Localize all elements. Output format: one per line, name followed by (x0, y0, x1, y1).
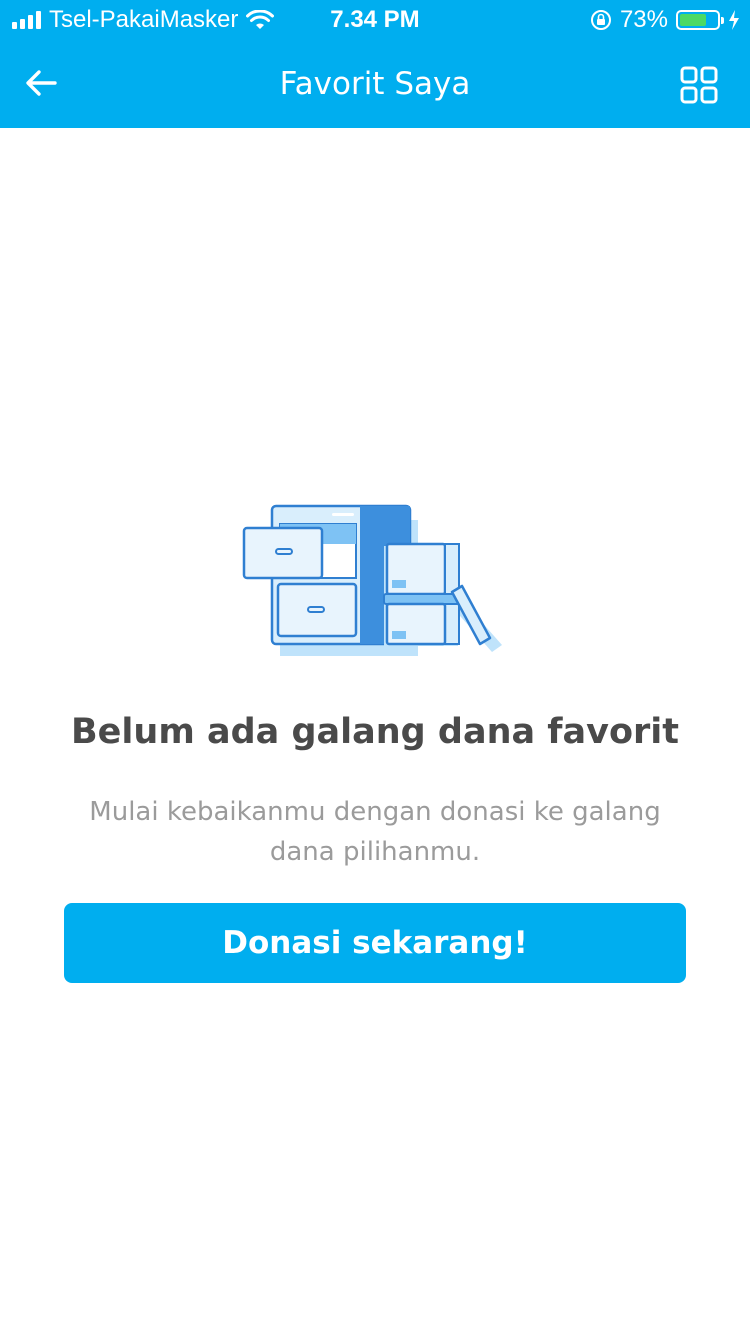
empty-state-title: Belum ada galang dana favorit (71, 712, 679, 752)
page-title: Favorit Saya (279, 66, 471, 102)
grid-view-icon (680, 66, 718, 104)
charging-bolt-icon (729, 10, 739, 30)
grid-view-button[interactable] (674, 60, 724, 110)
status-bar: Tsel-PakaiMasker 7.34 PM 73% (0, 0, 750, 40)
empty-state-subtitle: Mulai kebaikanmu dengan donasi ke galang… (89, 797, 661, 867)
battery-level (680, 14, 707, 26)
battery-percent: 73% (619, 6, 668, 33)
donate-now-button[interactable]: Donasi sekarang! (64, 903, 686, 983)
status-right: 73% (590, 0, 740, 40)
back-button[interactable] (18, 60, 64, 106)
nav-bar: Favorit Saya (0, 40, 750, 128)
arrow-left-icon (26, 70, 57, 96)
file-cabinet-illustration (242, 504, 502, 656)
orientation-lock-icon (590, 10, 611, 30)
favorites-screen: Tsel-PakaiMasker 7.34 PM 73% Favorit Say… (0, 0, 750, 1334)
battery-icon (676, 10, 724, 30)
